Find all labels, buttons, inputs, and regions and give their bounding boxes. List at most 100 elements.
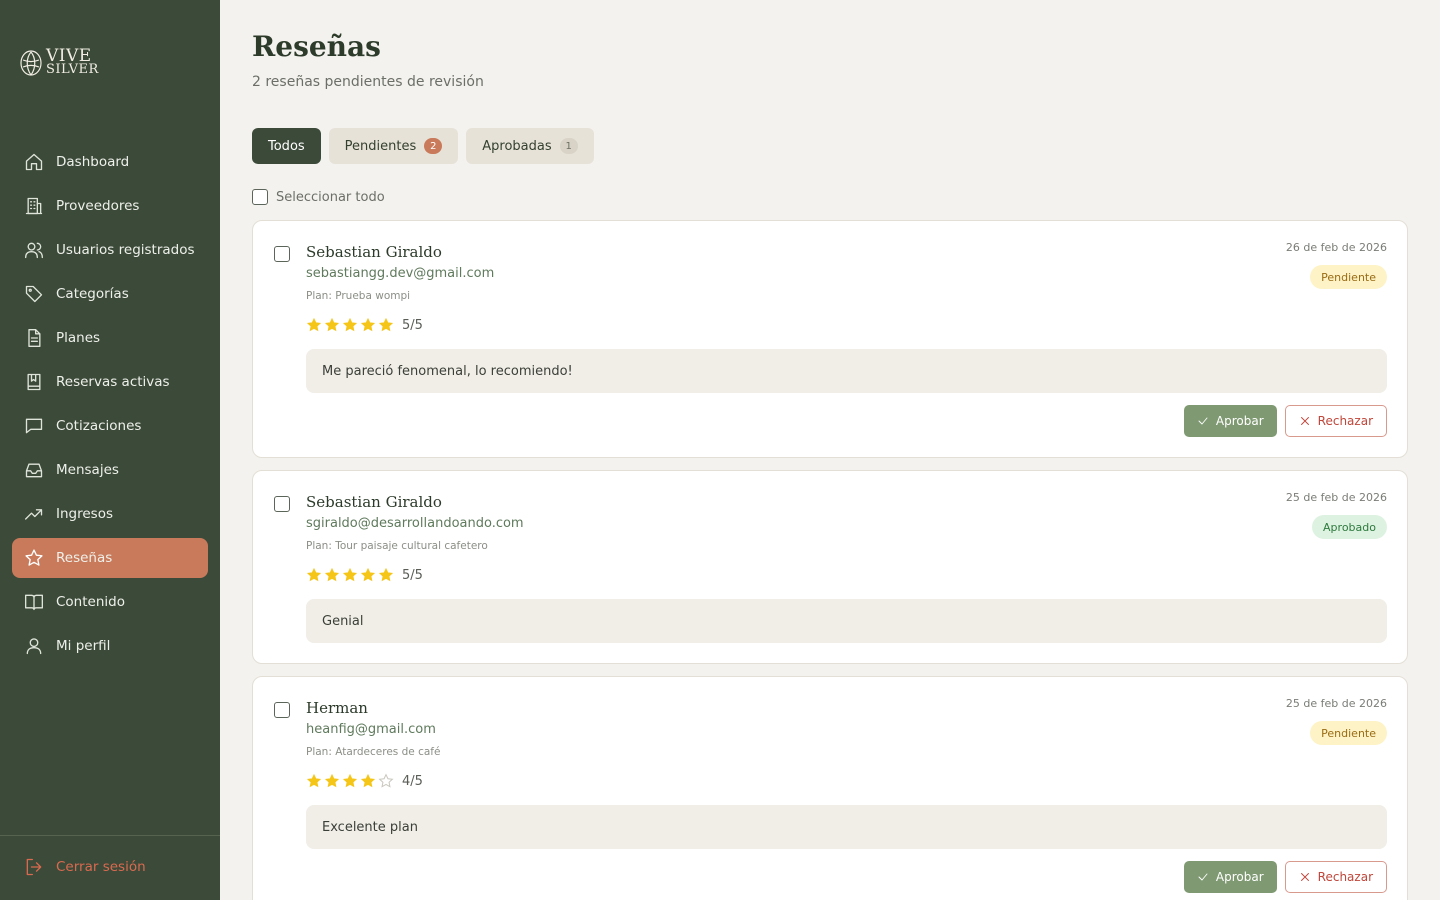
close-icon	[1300, 417, 1309, 425]
star-icon	[342, 317, 358, 333]
reviewer-email: sebastiangg.dev@gmail.com	[306, 266, 495, 281]
user-icon	[24, 636, 44, 656]
check-icon	[1198, 873, 1208, 881]
star-icon	[306, 567, 322, 583]
logout-label: Cerrar sesión	[56, 859, 146, 875]
logout-button[interactable]: Cerrar sesión	[24, 857, 146, 877]
approve-button[interactable]: Aprobar	[1183, 861, 1277, 893]
reviewer-name: Sebastian Giraldo	[306, 243, 442, 261]
review-plan: Plan: Prueba wompi	[306, 290, 411, 302]
brand-logo[interactable]: VIVE SILVER	[18, 48, 99, 78]
approve-label: Aprobar	[1215, 414, 1264, 428]
tab-label: Aprobadas	[482, 138, 552, 154]
rating-score: 5/5	[402, 317, 423, 333]
star-icon	[306, 317, 322, 333]
sidebar-item-label: Usuarios registrados	[56, 242, 195, 258]
review-date: 26 de feb de 2026	[1285, 241, 1387, 254]
tab-pendientes[interactable]: Pendientes 2	[328, 128, 459, 164]
star-icon	[360, 773, 376, 789]
reject-label: Rechazar	[1317, 870, 1373, 884]
page-subtitle: 2 reseñas pendientes de revisión	[252, 74, 484, 90]
page-title: Reseñas	[252, 30, 381, 63]
sidebar-item-usuarios[interactable]: Usuarios registrados	[12, 230, 208, 270]
select-all[interactable]: Seleccionar todo	[252, 189, 385, 205]
sidebar-item-label: Proveedores	[56, 198, 140, 214]
review-checkbox[interactable]	[274, 246, 290, 262]
sidebar-item-mensajes[interactable]: Mensajes	[12, 450, 208, 490]
review-actions: Aprobar Rechazar	[1183, 405, 1387, 437]
inbox-icon	[24, 460, 44, 480]
sidebar-item-categorias[interactable]: Categorías	[12, 274, 208, 314]
review-plan: Plan: Atardeceres de café	[306, 746, 441, 758]
star-icon	[306, 773, 322, 789]
home-icon	[24, 152, 44, 172]
star-icon	[342, 773, 358, 789]
bookmark-book-icon	[24, 372, 44, 392]
star-rating: 5/5	[306, 567, 423, 583]
sidebar-item-label: Reservas activas	[56, 374, 170, 390]
sidebar-item-dashboard[interactable]: Dashboard	[12, 142, 208, 182]
sidebar-item-label: Dashboard	[56, 154, 130, 170]
sidebar-item-cotizaciones[interactable]: Cotizaciones	[12, 406, 208, 446]
sidebar-item-contenido[interactable]: Contenido	[12, 582, 208, 622]
star-rating: 5/5	[306, 317, 423, 333]
open-book-icon	[24, 592, 44, 612]
leaf-emblem-icon	[20, 50, 42, 76]
star-icon	[342, 567, 358, 583]
select-all-label: Seleccionar todo	[276, 189, 385, 205]
reviewer-name: Herman	[306, 699, 368, 717]
sidebar-item-proveedores[interactable]: Proveedores	[12, 186, 208, 226]
select-all-checkbox[interactable]	[252, 189, 268, 205]
sidebar-divider	[0, 835, 220, 836]
sidebar-item-label: Mi perfil	[56, 638, 111, 654]
approve-button[interactable]: Aprobar	[1183, 405, 1277, 437]
sidebar: VIVE SILVER Dashboard Proveedores Usuari…	[0, 0, 220, 900]
reviewer-email: heanfig@gmail.com	[306, 722, 436, 737]
review-card: Herman heanfig@gmail.com Plan: Atardecer…	[252, 676, 1408, 900]
star-icon	[360, 317, 376, 333]
sidebar-item-planes[interactable]: Planes	[12, 318, 208, 358]
sidebar-item-mi-perfil[interactable]: Mi perfil	[12, 626, 208, 666]
tab-todos[interactable]: Todos	[252, 128, 321, 164]
status-badge: Pendiente	[1310, 265, 1387, 289]
reviewer-email: sgiraldo@desarrollandoando.com	[306, 516, 524, 531]
logout-icon	[26, 858, 42, 876]
check-icon	[1198, 417, 1208, 425]
review-plan: Plan: Tour paisaje cultural cafetero	[306, 540, 488, 552]
reviewer-name: Sebastian Giraldo	[306, 493, 442, 511]
review-checkbox[interactable]	[274, 702, 290, 718]
star-icon	[324, 773, 340, 789]
sidebar-item-label: Reseñas	[56, 550, 113, 566]
star-icon	[24, 548, 44, 568]
star-rating: 4/5	[306, 773, 423, 789]
review-comment: Me pareció fenomenal, lo recomiendo!	[306, 349, 1387, 393]
review-checkbox[interactable]	[274, 496, 290, 512]
brand-line-2: SILVER	[46, 62, 99, 77]
reject-label: Rechazar	[1317, 414, 1373, 428]
building-icon	[24, 196, 44, 216]
review-card: Sebastian Giraldo sebastiangg.dev@gmail.…	[252, 220, 1408, 458]
sidebar-item-resenas[interactable]: Reseñas	[12, 538, 208, 578]
filter-tabs: Todos Pendientes 2 Aprobadas 1	[252, 128, 594, 164]
rating-score: 4/5	[402, 773, 423, 789]
reject-button[interactable]: Rechazar	[1284, 861, 1387, 893]
sidebar-item-label: Mensajes	[56, 462, 119, 478]
review-date: 25 de feb de 2026	[1285, 697, 1387, 710]
sidebar-item-ingresos[interactable]: Ingresos	[12, 494, 208, 534]
star-icon	[324, 567, 340, 583]
approved-count-badge: 1	[559, 138, 578, 154]
tab-label: Pendientes	[344, 138, 417, 154]
star-empty-icon	[378, 773, 394, 789]
document-icon	[24, 328, 44, 348]
trending-up-icon	[24, 504, 44, 524]
rating-score: 5/5	[402, 567, 423, 583]
reject-button[interactable]: Rechazar	[1284, 405, 1387, 437]
chat-icon	[24, 416, 44, 436]
review-comment: Excelente plan	[306, 805, 1387, 849]
close-icon	[1300, 873, 1309, 881]
sidebar-item-reservas[interactable]: Reservas activas	[12, 362, 208, 402]
sidebar-item-label: Contenido	[56, 594, 125, 610]
brand-line-1: VIVE	[46, 46, 92, 66]
sidebar-item-label: Ingresos	[56, 506, 113, 522]
tab-aprobadas[interactable]: Aprobadas 1	[466, 128, 594, 164]
